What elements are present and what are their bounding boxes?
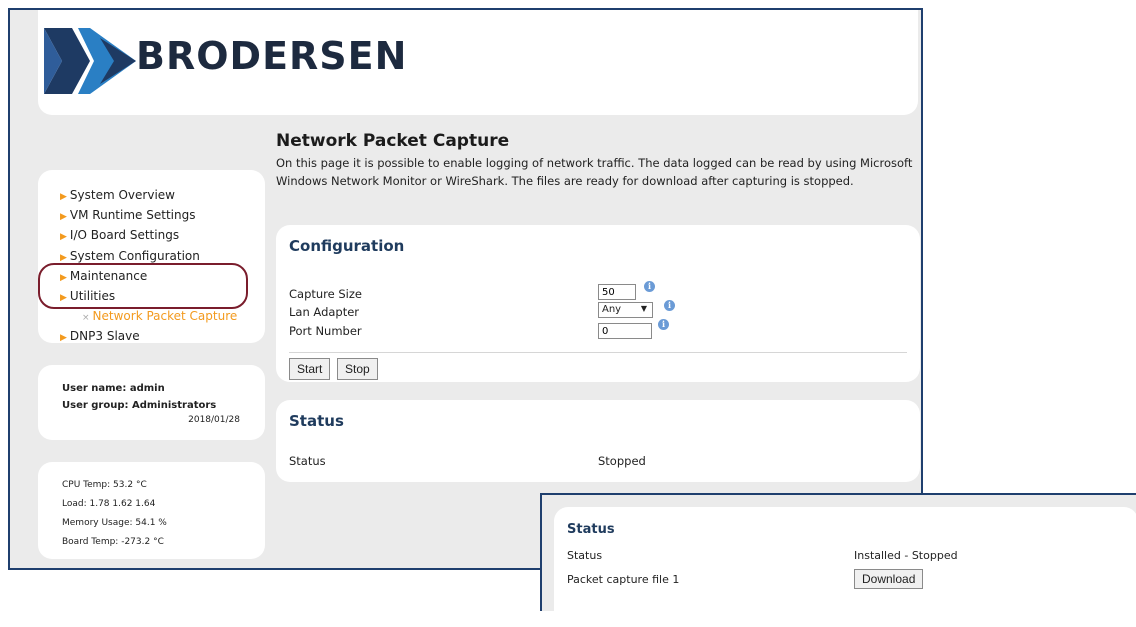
sidebar-nav: ▶ System Overview ▶ VM Runtime Settings ▶ I… xyxy=(38,170,265,343)
port-number-label: Port Number xyxy=(289,324,362,338)
status-value: Stopped xyxy=(598,454,646,468)
sidebar-item-label: System Configuration xyxy=(69,248,200,263)
stop-button[interactable]: Stop xyxy=(337,358,378,380)
current-date: 2018/01/28 xyxy=(188,415,240,425)
divider xyxy=(289,352,907,353)
sidebar-item-label: I/O Board Settings xyxy=(69,228,180,243)
start-button[interactable]: Start xyxy=(289,358,331,380)
sidebar-item-label: Network Packet Capture xyxy=(92,309,238,324)
header-banner: BRODERSEN xyxy=(38,10,918,115)
bullet-icon: × xyxy=(82,313,90,324)
status-label: Status xyxy=(289,454,326,468)
status-panel: Status Status Stopped xyxy=(276,400,920,482)
page-title: Network Packet Capture xyxy=(276,131,510,151)
packet-capture-file-label: Packet capture file 1 xyxy=(567,573,680,586)
inset-status-heading: Status xyxy=(567,522,615,537)
cpu-temp: CPU Temp: 53.2 °C xyxy=(62,480,147,490)
chevron-right-icon: ▶ xyxy=(60,232,67,243)
configuration-panel: Configuration Capture Size i Lan Adapter… xyxy=(276,225,920,382)
inset-status-panel: Status Status Installed - Stopped Packet… xyxy=(554,507,1136,627)
brand-name: BRODERSEN xyxy=(136,34,408,78)
dropdown-arrow-icon: ▼ xyxy=(640,304,647,313)
capture-size-label: Capture Size xyxy=(289,287,362,301)
info-icon[interactable]: i xyxy=(664,300,675,311)
sidebar-item-label: System Overview xyxy=(69,188,175,202)
sidebar-item-dnp3-slave[interactable]: ▶ DNP3 Slave xyxy=(60,327,237,347)
system-status-panel: CPU Temp: 53.2 °C Load: 1.78 1.62 1.64 M… xyxy=(38,462,265,559)
status-heading: Status xyxy=(289,412,344,430)
download-button[interactable]: Download xyxy=(854,569,924,589)
lan-adapter-select[interactable]: Any ▼ xyxy=(598,302,653,318)
memory-usage: Memory Usage: 54.1 % xyxy=(62,518,167,528)
configuration-heading: Configuration xyxy=(289,237,405,255)
highlight-outline xyxy=(38,263,248,309)
info-icon[interactable]: i xyxy=(644,281,655,292)
chevron-right-icon: ▶ xyxy=(60,252,67,263)
load-average: Load: 1.78 1.62 1.64 xyxy=(62,499,156,509)
chevron-right-icon: ▶ xyxy=(60,212,67,223)
chevron-right-icon: ▶ xyxy=(60,192,67,202)
page-description: On this page it is possible to enable lo… xyxy=(276,156,913,188)
status-inset: Status Status Installed - Stopped Packet… xyxy=(540,493,1136,627)
sidebar-item-label: VM Runtime Settings xyxy=(69,208,196,223)
chevron-right-icon: ▶ xyxy=(60,333,67,344)
brodersen-logo-icon xyxy=(44,28,136,94)
user-info-panel: User name: admin User group: Administrat… xyxy=(38,365,265,440)
port-number-input[interactable] xyxy=(598,323,652,339)
capture-size-input[interactable] xyxy=(598,284,636,300)
user-name: User name: admin xyxy=(62,383,165,394)
inset-status-value: Installed - Stopped xyxy=(854,549,958,562)
inset-status-label: Status xyxy=(567,549,603,562)
sidebar-item-label: DNP3 Slave xyxy=(69,329,140,344)
lan-adapter-value: Any xyxy=(602,304,622,315)
lan-adapter-label: Lan Adapter xyxy=(289,305,360,319)
user-group: User group: Administrators xyxy=(62,400,217,411)
sidebar-item-system-overview[interactable]: ▶ System Overview xyxy=(60,186,237,206)
sidebar-item-io-board-settings[interactable]: ▶ I/O Board Settings xyxy=(60,226,237,246)
sidebar-subitem-network-packet-capture[interactable]: × Network Packet Capture xyxy=(60,307,237,327)
info-icon[interactable]: i xyxy=(658,319,669,330)
sidebar-item-vm-runtime-settings[interactable]: ▶ VM Runtime Settings xyxy=(60,206,237,226)
board-temp: Board Temp: -273.2 °C xyxy=(62,537,164,547)
